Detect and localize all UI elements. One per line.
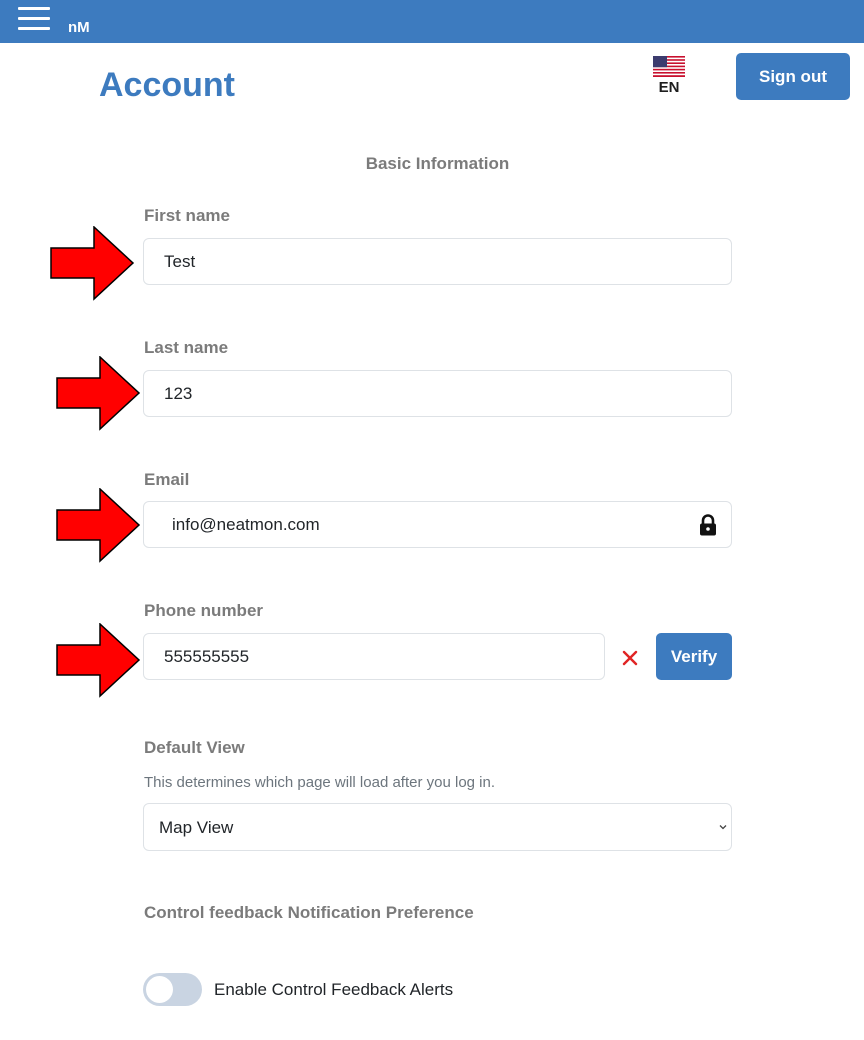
verify-button[interactable]: Verify: [656, 633, 732, 680]
chevron-down-icon: [719, 825, 727, 830]
default-view-help-text: This determines which page will load aft…: [144, 774, 496, 791]
lock-icon: [700, 514, 716, 536]
email-field[interactable]: [143, 501, 732, 548]
page-title: Account: [99, 66, 235, 104]
red-arrow-icon: [56, 623, 141, 698]
brand-logo[interactable]: nM: [68, 19, 90, 36]
control-feedback-toggle[interactable]: [143, 973, 202, 1006]
us-flag-icon: [653, 56, 685, 77]
default-view-selected-value: Map View: [159, 818, 234, 837]
close-icon[interactable]: [620, 648, 640, 668]
toggle-knob: [146, 976, 173, 1003]
top-navbar: nM: [0, 0, 864, 43]
hamburger-menu-icon[interactable]: [18, 7, 50, 31]
email-label: Email: [144, 470, 190, 489]
first-name-label: First name: [144, 206, 230, 225]
phone-number-label: Phone number: [144, 601, 264, 620]
sign-out-button[interactable]: Sign out: [736, 53, 850, 100]
phone-number-field[interactable]: [143, 633, 605, 680]
last-name-label: Last name: [144, 338, 229, 357]
red-arrow-icon: [56, 356, 141, 431]
language-label: EN: [658, 79, 680, 96]
notification-preference-label: Control feedback Notification Preference: [144, 903, 474, 922]
first-name-field[interactable]: [143, 238, 732, 285]
control-feedback-toggle-label: Enable Control Feedback Alerts: [214, 980, 454, 999]
red-arrow-icon: [56, 488, 141, 563]
default-view-select[interactable]: Map View: [143, 803, 732, 851]
default-view-label: Default View: [144, 738, 245, 757]
red-arrow-icon: [50, 226, 135, 301]
language-selector[interactable]: EN: [652, 56, 686, 96]
section-title: Basic Information: [365, 154, 510, 173]
last-name-field[interactable]: [143, 370, 732, 417]
